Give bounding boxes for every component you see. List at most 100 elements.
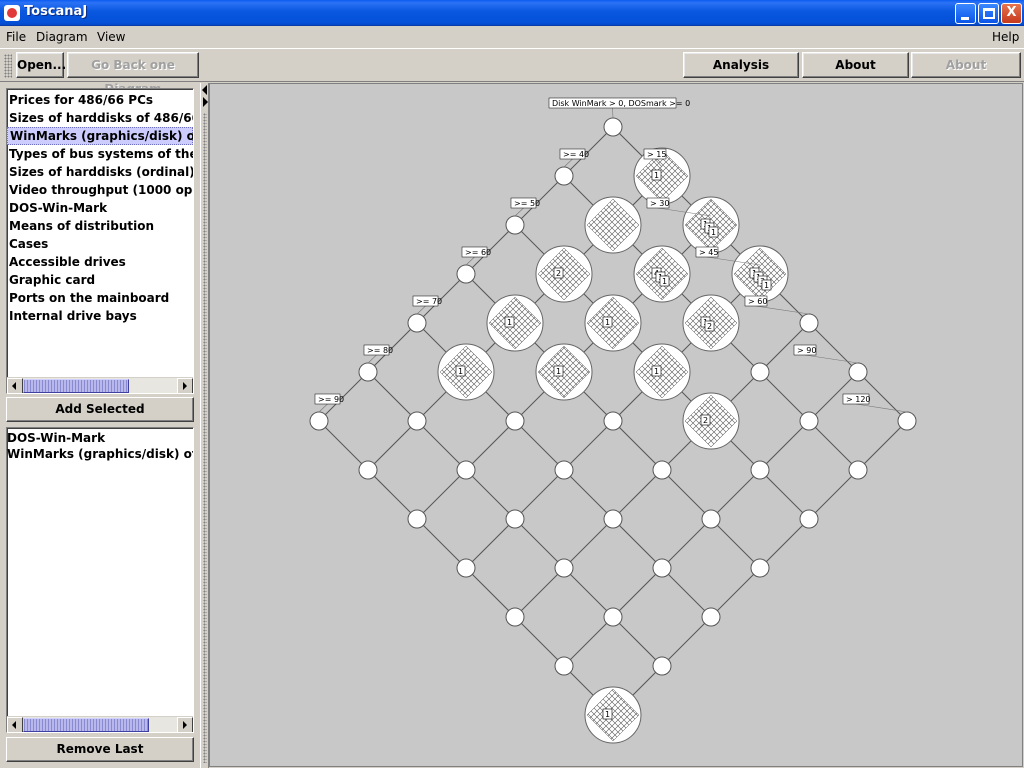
concept-lattice[interactable]: 121111141111113112121 Disk WinMark > 0, …: [210, 84, 1024, 768]
concept-node[interactable]: [799, 509, 819, 529]
concept-node[interactable]: [505, 411, 525, 431]
open-button[interactable]: Open...: [16, 52, 66, 78]
concept-node[interactable]: [554, 656, 574, 676]
diagram-list-item[interactable]: Graphic card: [7, 271, 193, 289]
attribute-label[interactable]: >= 50: [510, 197, 540, 217]
diagram-list-item[interactable]: Accessible drives: [7, 253, 193, 271]
attribute-label[interactable]: >= 60: [461, 246, 491, 266]
menu-file[interactable]: File: [6, 30, 26, 44]
concept-node[interactable]: [701, 607, 721, 627]
diagram-list-item[interactable]: Sizes of harddisks (ordinal): [7, 163, 193, 181]
concept-node[interactable]: [750, 362, 770, 382]
concept-node-nested[interactable]: 111: [682, 196, 740, 254]
menu-diagram[interactable]: Diagram: [36, 30, 88, 44]
scroll-thumb[interactable]: [23, 379, 129, 393]
toolbar-grip[interactable]: [4, 54, 12, 78]
diagram-canvas[interactable]: 121111141111113112121 Disk WinMark > 0, …: [209, 83, 1023, 767]
attribute-label[interactable]: >= 80: [363, 344, 393, 364]
concept-node-nested[interactable]: 1: [584, 686, 642, 744]
concept-node-nested[interactable]: 2: [682, 392, 740, 450]
concept-node[interactable]: [554, 166, 574, 186]
analysis-history-button[interactable]: Analysis History...: [683, 52, 799, 96]
concept-node[interactable]: [750, 460, 770, 480]
diagram-list[interactable]: Prices for 486/66 PCs Sizes of harddisks …: [6, 88, 194, 394]
concept-node[interactable]: [652, 656, 672, 676]
concept-node-nested[interactable]: 2: [535, 245, 593, 303]
attribute-label[interactable]: Disk WinMark > 0, DOSmark >= 0: [548, 97, 690, 119]
scroll-thumb[interactable]: [23, 718, 149, 732]
splitter[interactable]: [200, 83, 209, 768]
attribute-label[interactable]: >= 70: [412, 295, 442, 315]
diagram-list-item[interactable]: WinMarks (graphics/disk) of 486/66 PCs: [7, 127, 193, 145]
concept-node[interactable]: [554, 460, 574, 480]
scroll-right-button[interactable]: [177, 717, 193, 732]
concept-node[interactable]: [456, 264, 476, 284]
attribute-label[interactable]: > 120: [842, 393, 908, 413]
diagram-list-item[interactable]: DOS-Win-Mark: [7, 199, 193, 217]
maximize-button[interactable]: [978, 3, 999, 24]
diagram-list-item[interactable]: Types of bus systems of the 486/66 PCs: [7, 145, 193, 163]
concept-node[interactable]: [456, 460, 476, 480]
concept-node-nested[interactable]: 1: [437, 343, 495, 401]
concept-node[interactable]: [848, 362, 868, 382]
concept-node[interactable]: [652, 558, 672, 578]
concept-node[interactable]: [701, 509, 721, 529]
menu-view[interactable]: View: [97, 30, 125, 44]
diagram-list-item[interactable]: Cases: [7, 235, 193, 253]
add-selected-button[interactable]: Add Selected: [6, 397, 194, 422]
diagram-list-item[interactable]: Ports on the mainboard: [7, 289, 193, 307]
attribute-label[interactable]: >= 90: [314, 393, 344, 413]
attribute-label[interactable]: >= 40: [559, 148, 589, 168]
concept-node[interactable]: [603, 411, 623, 431]
concept-node[interactable]: [505, 509, 525, 529]
attribute-label[interactable]: > 90: [793, 344, 859, 364]
concept-node[interactable]: [407, 313, 427, 333]
concept-node[interactable]: [652, 460, 672, 480]
concept-node[interactable]: [358, 460, 378, 480]
concept-node[interactable]: [848, 460, 868, 480]
diagram-list-item[interactable]: Video throughput (1000 operations/s): [7, 181, 193, 199]
selected-diagram-item[interactable]: WinMarks (graphics/disk) of 486/66 PCs: [7, 446, 193, 462]
concept-node[interactable]: [407, 411, 427, 431]
close-button[interactable]: X: [1001, 3, 1022, 24]
concept-node[interactable]: [456, 558, 476, 578]
concept-node-nested[interactable]: 1: [535, 343, 593, 401]
concept-node-nested[interactable]: 12: [682, 294, 740, 352]
concept-node[interactable]: [309, 411, 329, 431]
scroll-left-button[interactable]: [7, 717, 23, 732]
collapse-left-icon[interactable]: [202, 85, 207, 95]
about-diagram-button[interactable]: About Diagram...: [911, 52, 1021, 96]
concept-node[interactable]: [407, 509, 427, 529]
concept-node[interactable]: [897, 411, 917, 431]
menu-help[interactable]: Help: [992, 30, 1019, 44]
concept-node[interactable]: [505, 215, 525, 235]
concept-node[interactable]: [799, 313, 819, 333]
diagram-list-item[interactable]: Means of distribution: [7, 217, 193, 235]
concept-node[interactable]: [603, 509, 623, 529]
go-back-button[interactable]: Go Back one Diagram: [67, 52, 199, 96]
attribute-label[interactable]: > 60: [744, 295, 810, 315]
concept-node-nested[interactable]: 411: [633, 245, 691, 303]
concept-node[interactable]: [603, 607, 623, 627]
minimize-button[interactable]: [955, 3, 976, 24]
diagram-list-hscrollbar[interactable]: [7, 377, 193, 393]
diagram-list-item[interactable]: Prices for 486/66 PCs: [7, 91, 193, 109]
concept-node-nested[interactable]: 1131: [731, 245, 789, 303]
concept-node-nested[interactable]: 1: [584, 294, 642, 352]
scroll-right-button[interactable]: [177, 378, 193, 393]
selected-list-hscrollbar[interactable]: [7, 716, 193, 732]
remove-last-button[interactable]: Remove Last: [6, 737, 194, 762]
concept-node[interactable]: [554, 558, 574, 578]
diagram-list-item[interactable]: Sizes of harddisks of 486/66 PCs: [7, 109, 193, 127]
diagram-list-item[interactable]: Internal drive bays: [7, 307, 193, 325]
about-schema-button[interactable]: About Schema...: [802, 52, 909, 96]
scroll-left-button[interactable]: [7, 378, 23, 393]
selected-diagrams-list[interactable]: DOS-Win-MarkWinMarks (graphics/disk) of …: [6, 427, 194, 733]
concept-node-nested[interactable]: 1: [486, 294, 544, 352]
concept-node[interactable]: [750, 558, 770, 578]
concept-node[interactable]: [358, 362, 378, 382]
concept-node[interactable]: [505, 607, 525, 627]
expand-right-icon[interactable]: [203, 97, 208, 107]
concept-node-nested[interactable]: 1: [633, 343, 691, 401]
selected-diagram-item[interactable]: DOS-Win-Mark: [7, 430, 193, 446]
